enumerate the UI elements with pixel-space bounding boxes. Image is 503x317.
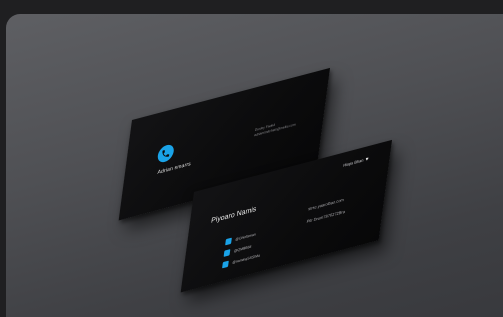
address-text: Pitr Drum7876272Bra xyxy=(306,208,346,225)
phone-icon xyxy=(156,143,175,164)
social-list: @Chiofaman @QMBB84 @namingSSSIMa xyxy=(222,226,264,270)
brand-name: Adrian smarrs xyxy=(157,160,192,177)
social-handle: @namingSSSIMa xyxy=(232,252,261,265)
mockup-frame: Adrian smarrs Duxley Faded adriansmitche… xyxy=(6,14,503,317)
card-tagline: Hisps Bhan♥ xyxy=(343,156,369,169)
heart-icon: ♥ xyxy=(365,156,369,164)
back-contact-block: Duxley Faded adriansmitchels@mellis.com xyxy=(254,117,297,138)
person-name: Piyoaro Namis xyxy=(210,205,257,225)
front-contact-block: strsc.yaarolbao.com Pitr Drum7876272Bra xyxy=(305,196,347,231)
tagline-text: Hisps Bhan xyxy=(342,157,364,168)
instagram-icon xyxy=(222,260,229,268)
twitter-icon xyxy=(225,237,232,245)
facebook-icon xyxy=(223,248,231,257)
